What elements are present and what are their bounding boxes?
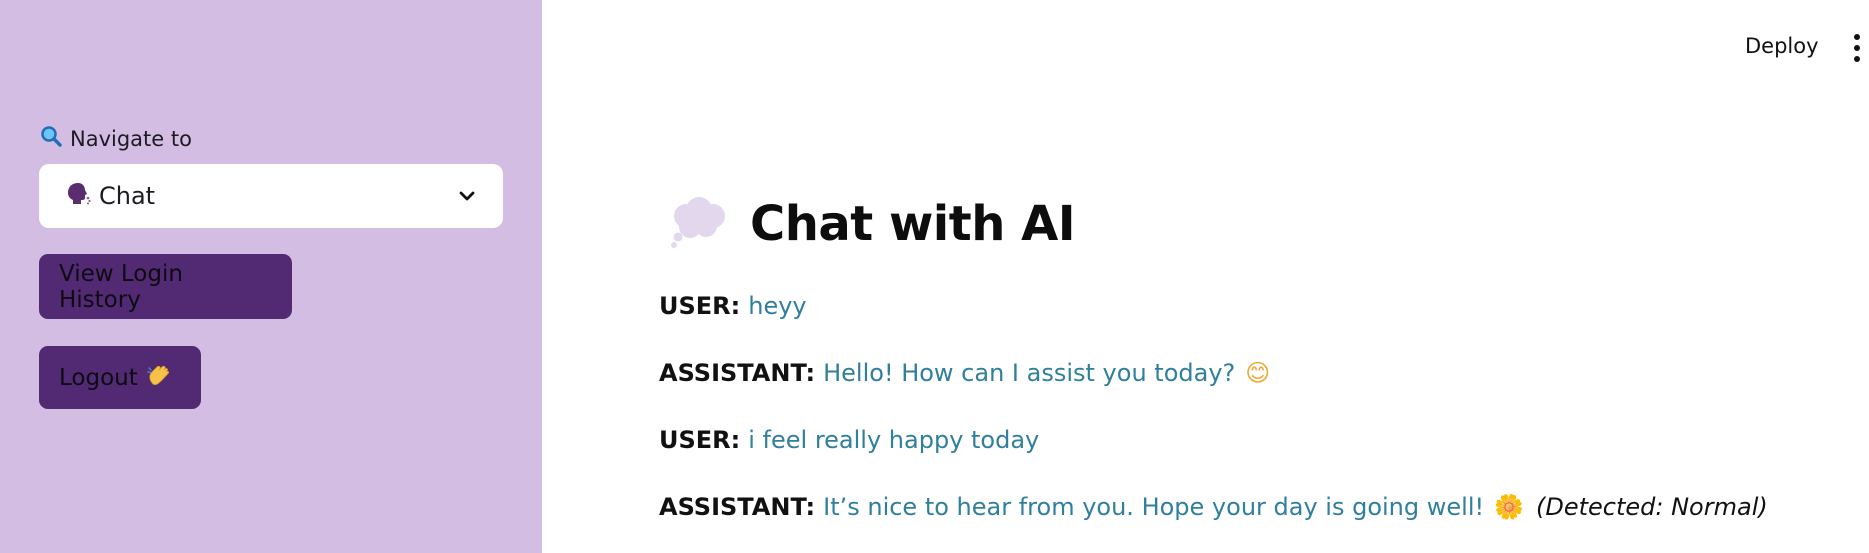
thought-balloon-icon <box>668 194 730 254</box>
chat-message: ASSISTANT: It’s nice to hear from you. H… <box>659 493 1768 521</box>
detected-emotion-note: (Detected: Normal) <box>1536 493 1768 521</box>
navigate-label-text: Navigate to <box>70 126 192 151</box>
menu-dot <box>1854 56 1860 62</box>
navigate-select-value: Chat <box>99 182 156 210</box>
view-login-history-button[interactable]: View Login History <box>39 254 292 319</box>
chat-message: USER: i feel really happy today <box>659 426 1039 454</box>
chat-message: USER: heyy <box>659 292 807 320</box>
page-title: Chat with AI <box>750 196 1076 252</box>
message-text: heyy <box>748 292 807 320</box>
message-role: ASSISTANT: <box>659 493 816 521</box>
deploy-button[interactable]: Deploy <box>1745 34 1819 58</box>
speaking-head-icon <box>65 180 91 212</box>
message-role: USER: <box>659 292 741 320</box>
navigate-label: Navigate to <box>40 125 192 152</box>
smiling-face-icon: 😊 <box>1245 359 1271 387</box>
message-text: Hello! How can I assist you today? <box>823 359 1236 387</box>
waving-hand-icon <box>146 362 172 394</box>
app-window: Navigate to Chat View Login History Logo… <box>0 0 1869 553</box>
navigate-select[interactable]: Chat <box>39 164 503 228</box>
message-role: USER: <box>659 426 741 454</box>
message-text: It’s nice to hear from you. Hope your da… <box>823 493 1485 521</box>
page-title-row: Chat with AI <box>668 194 1076 254</box>
magnifier-icon <box>40 125 62 152</box>
logout-button[interactable]: Logout <box>39 346 201 409</box>
message-role: ASSISTANT: <box>659 359 816 387</box>
more-menu-icon[interactable] <box>1852 34 1862 62</box>
sidebar: Navigate to Chat View Login History Logo… <box>0 0 542 553</box>
logout-label: Logout <box>59 364 138 391</box>
chevron-down-icon[interactable] <box>457 186 477 206</box>
chat-message: ASSISTANT: Hello! How can I assist you t… <box>659 359 1270 387</box>
message-text: i feel really happy today <box>748 426 1040 454</box>
menu-dot <box>1854 45 1860 51</box>
blossom-icon: 🌼 <box>1494 493 1524 521</box>
menu-dot <box>1854 34 1860 40</box>
view-login-history-label: View Login History <box>59 260 183 313</box>
